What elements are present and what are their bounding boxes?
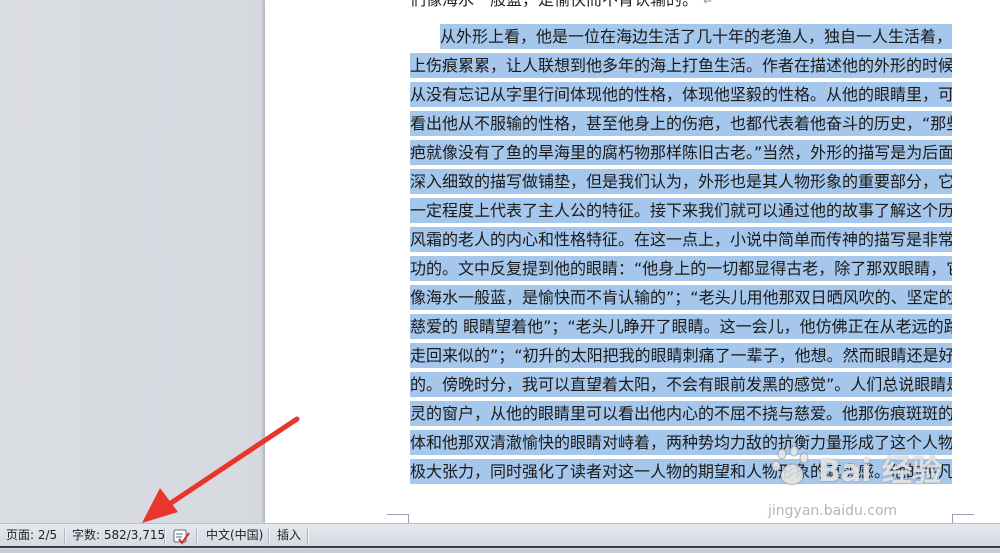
margin-corner-mark: [952, 514, 974, 515]
previous-paragraph-line[interactable]: 们像海水一般蓝，是愉快而不肯认输的。 ↵: [410, 0, 713, 11]
status-divider: [196, 528, 197, 545]
selected-paragraph[interactable]: 从外形上看，他是一位在海边生活了几十年的老渔人，独自一人生活着，身 上伤痕累累，…: [410, 22, 952, 486]
margin-corner-mark: [387, 514, 409, 515]
text-line: 从没有忘记从字里行间体现他的性格，体现他坚毅的性格。从他的眼睛里，可以: [410, 80, 952, 109]
text-line: 极大张力，同时强化了读者对这一人物的期望和人物形象的真实感。他的平凡和伟: [410, 457, 952, 486]
margin-corner-mark: [952, 514, 953, 523]
text-line: 像海水一般蓝，是愉快而不肯认输的”；“老头儿用他那双日晒风吹的、坚定的、: [410, 283, 952, 312]
text-line: 走回来似的”；“初升的太阳把我的眼睛刺痛了一辈子，他想。然而眼睛还是好好: [410, 341, 952, 370]
margin-corner-mark: [408, 514, 409, 523]
status-divider: [307, 528, 308, 545]
text-line: 风霜的老人的内心和性格特征。在这一点上，小说中简单而传神的描写是非常成: [410, 225, 952, 254]
document-workspace: 们像海水一般蓝，是愉快而不肯认输的。 ↵ 从外形上看，他是一位在海边生活了几十年…: [0, 0, 1000, 523]
text-line: 慈爱的 眼睛望着他”；“老头儿睁开了眼睛。这一会儿，他仿佛正在从老远的路上: [410, 312, 952, 341]
text-line: 灵的窗户，从他的眼睛里可以看出他内心的不屈不挠与慈爱。他那伤痕斑斑的肉: [410, 399, 952, 428]
previous-line-text: 们像海水一般蓝，是愉快而不肯认输的。: [410, 0, 698, 9]
status-divider: [164, 528, 165, 545]
text-line: 深入细致的描写做铺垫，但是我们认为，外形也是其人物形象的重要部分，它在: [410, 167, 952, 196]
text-line: 疤就像没有了鱼的旱海里的腐朽物那样陈旧古老。”当然，外形的描写是为后面更: [410, 138, 952, 167]
paragraph-mark: ↵: [703, 0, 714, 8]
text-line: 体和他那双清澈愉快的眼睛对峙着，两种势均力敌的抗衡力量形成了这个人物的: [410, 428, 952, 457]
status-divider: [268, 528, 269, 545]
spellcheck-icon[interactable]: [173, 529, 191, 545]
text-line: 功的。文中反复提到他的眼睛：“他身上的一切都显得古老，除了那双眼睛，它们: [410, 254, 952, 283]
status-divider: [64, 528, 65, 545]
text-line: 看出他从不服输的性格，甚至他身上的伤疤，也都代表着他奋斗的历史，“那些伤: [410, 109, 952, 138]
text-line: 的。傍晚时分，我可以直望着太阳，不会有眼前发黑的感觉”。人们总说眼睛是心: [410, 370, 952, 399]
text-line: 从外形上看，他是一位在海边生活了几十年的老渔人，独自一人生活着，身: [410, 22, 952, 51]
text-line: 上伤痕累累，让人联想到他多年的海上打鱼生活。作者在描述他的外形的时候，: [410, 51, 952, 80]
text-line: 一定程度上代表了主人公的特征。接下来我们就可以通过他的故事了解这个历经: [410, 196, 952, 225]
